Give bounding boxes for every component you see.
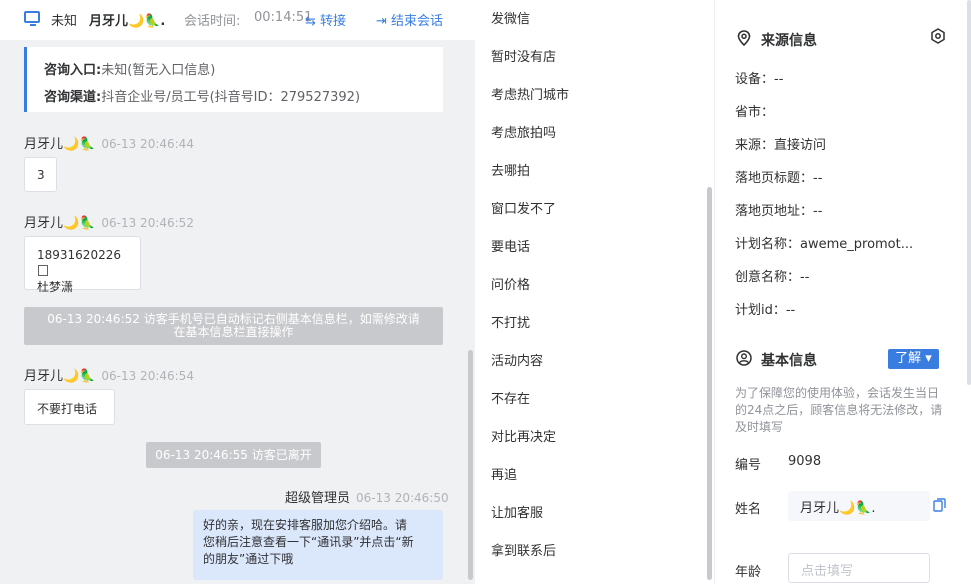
consult-channel: 咨询渠道:抖音企业号/员工号(抖音号ID：279527392): [44, 90, 361, 105]
name-label: 姓名: [735, 502, 762, 517]
quick-reply-item[interactable]: 发微信: [491, 8, 530, 27]
user-circle-icon: [736, 350, 752, 366]
quick-reply-item[interactable]: 去哪拍: [491, 160, 530, 179]
location-pin-icon: [737, 30, 751, 46]
quick-reply-item[interactable]: 再追: [491, 464, 517, 483]
quick-reply-list: 发微信 暂时没有店 考虑热门城市 考虑旅拍吗 去哪拍 窗口发不了 要电话 问价格…: [475, 0, 715, 584]
message-bubble: 18931620226 杜梦潇: [24, 236, 141, 294]
name-field[interactable]: 月牙儿🌙🦜.: [788, 491, 930, 521]
message-meta: 超级管理员 06-13 20:46:50: [285, 491, 449, 506]
system-notice: 06-13 20:46:52 访客手机号已自动标记右侧基本信息栏，如需修改请 在…: [24, 307, 443, 345]
chat-header: 未知 月牙儿🌙🦜. 会话时间: 00:14:51 ⇆ 转接 ⇥ 结束会话: [0, 0, 475, 40]
quick-reply-item[interactable]: 窗口发不了: [491, 198, 556, 217]
visitor-name: 月牙儿🌙🦜.: [89, 14, 166, 29]
chat-panel: 未知 月牙儿🌙🦜. 会话时间: 00:14:51 ⇆ 转接 ⇥ 结束会话 咨询入…: [0, 0, 475, 584]
info-plan-name: 计划名称：aweme_promot...: [735, 237, 914, 252]
end-session-button[interactable]: ⇥ 结束会话: [376, 10, 443, 29]
quick-reply-item[interactable]: 问价格: [491, 274, 530, 293]
message-bubble: 不要打电话: [24, 389, 115, 425]
consult-info-card: 咨询入口:未知(暂无入口信息) 咨询渠道:抖音企业号/员工号(抖音号ID：279…: [24, 47, 443, 112]
basic-info-title: 基本信息: [761, 353, 817, 369]
quick-reply-item[interactable]: 考虑旅拍吗: [491, 122, 556, 141]
info-source: 来源：直接访问: [735, 138, 827, 153]
copy-icon[interactable]: [38, 265, 48, 276]
info-region: 省市：: [735, 105, 775, 120]
settings-hexagon-icon[interactable]: [930, 28, 946, 44]
info-plan-id: 计划id：--: [735, 303, 796, 318]
quick-reply-scrollbar[interactable]: [707, 187, 712, 580]
info-landing-title: 落地页标题：--: [735, 171, 823, 186]
info-device: 设备：--: [735, 72, 784, 87]
age-label: 年龄: [735, 565, 762, 580]
source-info-title: 来源信息: [761, 33, 817, 49]
quick-reply-item[interactable]: 让加客服: [491, 502, 543, 521]
quick-reply-item[interactable]: 不存在: [491, 388, 530, 407]
customer-id-label: 编号: [735, 458, 762, 473]
quick-reply-item[interactable]: 不打扰: [491, 312, 530, 331]
quick-reply-item[interactable]: 要电话: [491, 236, 530, 255]
message-meta: 月牙儿🌙🦜 06-13 20:46:52: [24, 216, 194, 231]
message-bubble: 3: [24, 157, 57, 192]
session-time: 00:14:51: [254, 10, 313, 25]
age-field[interactable]: 点击填写: [788, 553, 930, 583]
quick-reply-item[interactable]: 考虑热门城市: [491, 84, 569, 103]
transfer-button[interactable]: ⇆ 转接: [305, 10, 346, 29]
learn-more-dropdown[interactable]: 了解 ▾: [888, 349, 939, 369]
chat-scrollbar[interactable]: [468, 350, 473, 580]
consult-entry: 咨询入口:未知(暂无入口信息): [44, 63, 216, 78]
session-time-label: 会话时间:: [184, 14, 241, 29]
monitor-icon: [24, 11, 40, 26]
quick-reply-item[interactable]: 对比再决定: [491, 426, 556, 445]
system-notice: 06-13 20:46:55 访客已离开: [146, 442, 321, 468]
message-meta: 月牙儿🌙🦜 06-13 20:46:44: [24, 137, 194, 152]
visitor-source: 未知: [51, 14, 78, 29]
info-landing-url: 落地页地址：--: [735, 204, 823, 219]
phone-number: 18931620226: [37, 248, 121, 262]
edit-notice: 为了保障您的使用体验，会话发生当日的24点之后，顾客信息将无法修改，请及时填写: [735, 386, 943, 434]
quick-reply-item[interactable]: 暂时没有店: [491, 46, 556, 65]
customer-id-value: 9098: [788, 454, 822, 469]
info-creative-name: 创意名称：--: [735, 270, 810, 285]
info-panel-scrollbar[interactable]: [967, 0, 971, 385]
visitor-info-panel: 来源信息 设备：-- 省市： 来源：直接访问 落地页标题：-- 落地页地址：--…: [715, 0, 971, 584]
copy-icon[interactable]: [933, 498, 946, 512]
message-meta: 月牙儿🌙🦜 06-13 20:46:54: [24, 369, 194, 384]
contact-name: 杜梦潇: [37, 280, 74, 294]
agent-message-bubble: 好的亲，现在安排客服加您介绍哈。请 您稍后注意查看一下“通讯录”并点击“新 的朋…: [193, 510, 443, 580]
quick-reply-item[interactable]: 活动内容: [491, 350, 543, 369]
quick-reply-item[interactable]: 拿到联系后: [491, 540, 556, 559]
